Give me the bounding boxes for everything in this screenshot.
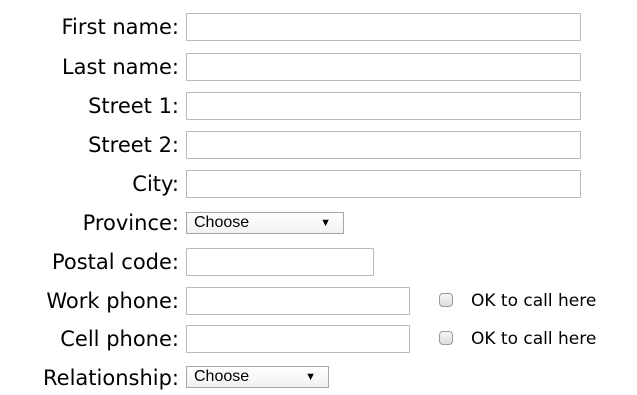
street2-row: Street 2: bbox=[0, 128, 637, 162]
work-phone-ok-to-call-checkbox[interactable] bbox=[439, 293, 453, 307]
street2-input[interactable] bbox=[186, 131, 581, 159]
last-name-label: Last name: bbox=[61, 55, 179, 79]
cell-phone-row: Cell phone: OK to call here bbox=[0, 322, 637, 356]
relationship-selected-value: Choose bbox=[194, 368, 250, 385]
postal-code-label: Postal code: bbox=[51, 250, 179, 274]
city-input[interactable] bbox=[186, 170, 581, 198]
contact-form: First name: Last name: Street 1: Street … bbox=[0, 0, 637, 390]
province-row: Province: Choose ▼ bbox=[0, 206, 637, 240]
cell-phone-input[interactable] bbox=[186, 325, 410, 353]
last-name-row: Last name: bbox=[0, 50, 637, 84]
street1-row: Street 1: bbox=[0, 89, 637, 123]
province-label: Province: bbox=[82, 211, 179, 235]
street2-label: Street 2: bbox=[88, 133, 179, 157]
chevron-down-icon: ▼ bbox=[320, 217, 331, 229]
work-phone-label: Work phone: bbox=[46, 289, 179, 313]
work-phone-ok-to-call-label[interactable]: OK to call here bbox=[471, 284, 596, 318]
postal-code-row: Postal code: bbox=[0, 245, 637, 279]
last-name-input[interactable] bbox=[186, 53, 581, 81]
city-label: City: bbox=[132, 172, 179, 196]
cell-phone-ok-to-call-checkbox[interactable] bbox=[439, 331, 453, 345]
first-name-row: First name: bbox=[0, 10, 637, 44]
province-select[interactable]: Choose ▼ bbox=[186, 212, 344, 234]
street1-label: Street 1: bbox=[88, 94, 179, 118]
cell-phone-label: Cell phone: bbox=[60, 327, 179, 351]
city-row: City: bbox=[0, 167, 637, 201]
postal-code-input[interactable] bbox=[186, 248, 374, 276]
first-name-input[interactable] bbox=[186, 13, 581, 41]
chevron-down-icon: ▼ bbox=[305, 371, 316, 383]
work-phone-row: Work phone: OK to call here bbox=[0, 284, 637, 318]
cell-phone-ok-to-call-label[interactable]: OK to call here bbox=[471, 322, 596, 356]
first-name-label: First name: bbox=[61, 15, 180, 39]
street1-input[interactable] bbox=[186, 92, 581, 120]
relationship-select[interactable]: Choose ▼ bbox=[186, 366, 329, 388]
work-phone-input[interactable] bbox=[186, 287, 410, 315]
province-selected-value: Choose bbox=[194, 214, 250, 231]
